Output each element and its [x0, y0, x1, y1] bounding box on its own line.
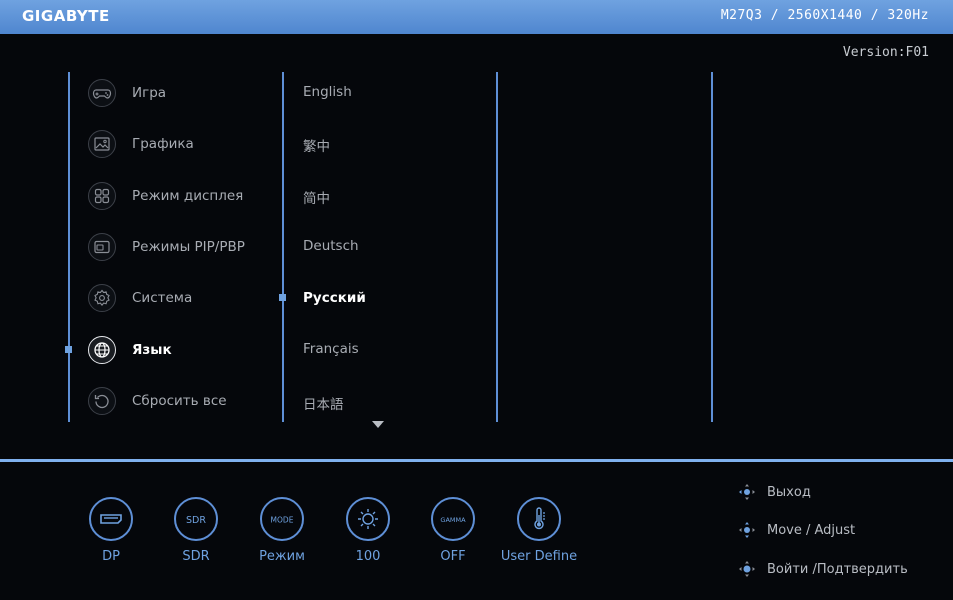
gamma-icon-text: GAMMA	[440, 516, 466, 524]
column-divider	[282, 72, 284, 422]
nav-hint-move-adjust: Move / Adjust	[736, 519, 855, 541]
quick-input-label: DP	[102, 549, 120, 564]
sdr-icon: SDR	[174, 497, 218, 541]
mode-icon-text: MODE	[271, 516, 294, 525]
gamma-icon: GAMMA	[431, 497, 475, 541]
quick-sdr[interactable]: SDR SDR	[156, 497, 236, 564]
input-port-icon	[89, 497, 133, 541]
menu-item-label: Язык	[132, 342, 172, 358]
language-option-japanese[interactable]: 日本語	[303, 393, 344, 413]
quick-mode-label: Режим	[259, 549, 305, 564]
quick-brightness[interactable]: 100	[328, 497, 408, 564]
menu-item-label: Графика	[132, 136, 194, 152]
quick-picture-mode[interactable]: MODE Режим	[242, 497, 322, 564]
reset-icon	[88, 387, 116, 415]
globe-icon	[88, 336, 116, 364]
menu-item-label: Режим дисплея	[132, 188, 244, 204]
nav-hint-enter-confirm: Войти /Подтвердить	[736, 558, 908, 580]
joystick-press-icon	[739, 561, 755, 577]
chevron-down-icon[interactable]	[372, 421, 384, 428]
thermometer-icon	[517, 497, 561, 541]
column-divider	[496, 72, 498, 422]
sdr-icon-text: SDR	[186, 515, 206, 526]
quick-gamma-label: OFF	[440, 549, 466, 564]
quick-input-source[interactable]: DP	[71, 497, 151, 564]
language-option-francais[interactable]: Français	[303, 341, 359, 357]
nav-hint-label: Move / Adjust	[767, 522, 856, 538]
brand-logo: GIGABYTE	[22, 7, 110, 25]
joystick-updown-icon	[739, 522, 755, 538]
display-mode-grid-icon	[88, 182, 116, 210]
language-option-russian[interactable]: Русский	[303, 290, 366, 306]
menu-item-language[interactable]: Язык	[88, 335, 278, 365]
quick-sdr-label: SDR	[182, 549, 210, 564]
menu-item-reset-all[interactable]: Сбросить все	[88, 386, 278, 416]
column-divider	[68, 72, 70, 422]
gear-icon	[88, 284, 116, 312]
nav-hint-label: Выход	[767, 484, 811, 500]
picture-icon	[88, 130, 116, 158]
menu-selection-marker	[65, 346, 72, 353]
model-info: M27Q3 / 2560X1440 / 320Hz	[720, 8, 929, 23]
menu-item-label: Режимы PIP/PBP	[132, 239, 245, 255]
pip-icon	[88, 233, 116, 261]
menu-item-game[interactable]: Игра	[88, 78, 278, 108]
joystick-left-icon	[739, 484, 755, 500]
language-option-english[interactable]: English	[303, 84, 352, 100]
menu-item-picture[interactable]: Графика	[88, 129, 278, 159]
menu-item-pip-pbp[interactable]: Режимы PIP/PBP	[88, 232, 278, 262]
language-option-traditional-chinese[interactable]: 繁中	[303, 135, 330, 155]
quick-gamma[interactable]: GAMMA OFF	[413, 497, 493, 564]
menu-item-label: Игра	[132, 85, 167, 101]
quick-color-temperature[interactable]: User Define	[499, 497, 579, 564]
nav-hint-exit: Выход	[736, 481, 811, 503]
firmware-version: Version:F01	[842, 45, 929, 60]
mode-icon: MODE	[260, 497, 304, 541]
menu-item-system[interactable]: Система	[88, 283, 278, 313]
gamepad-icon	[88, 79, 116, 107]
language-option-deutsch[interactable]: Deutsch	[303, 238, 359, 254]
header-bar: GIGABYTE M27Q3 / 2560X1440 / 320Hz	[0, 0, 953, 34]
language-selection-marker	[279, 294, 286, 301]
language-option-simplified-chinese[interactable]: 简中	[303, 187, 330, 207]
menu-item-label: Система	[132, 290, 193, 306]
column-divider	[711, 72, 713, 422]
quick-color-temp-label: User Define	[500, 549, 578, 564]
brightness-icon	[346, 497, 390, 541]
section-divider	[0, 459, 953, 462]
quick-brightness-label: 100	[355, 549, 381, 564]
nav-hint-label: Войти /Подтвердить	[767, 561, 908, 577]
menu-item-label: Сбросить все	[132, 393, 227, 409]
menu-item-display-mode[interactable]: Режим дисплея	[88, 181, 278, 211]
